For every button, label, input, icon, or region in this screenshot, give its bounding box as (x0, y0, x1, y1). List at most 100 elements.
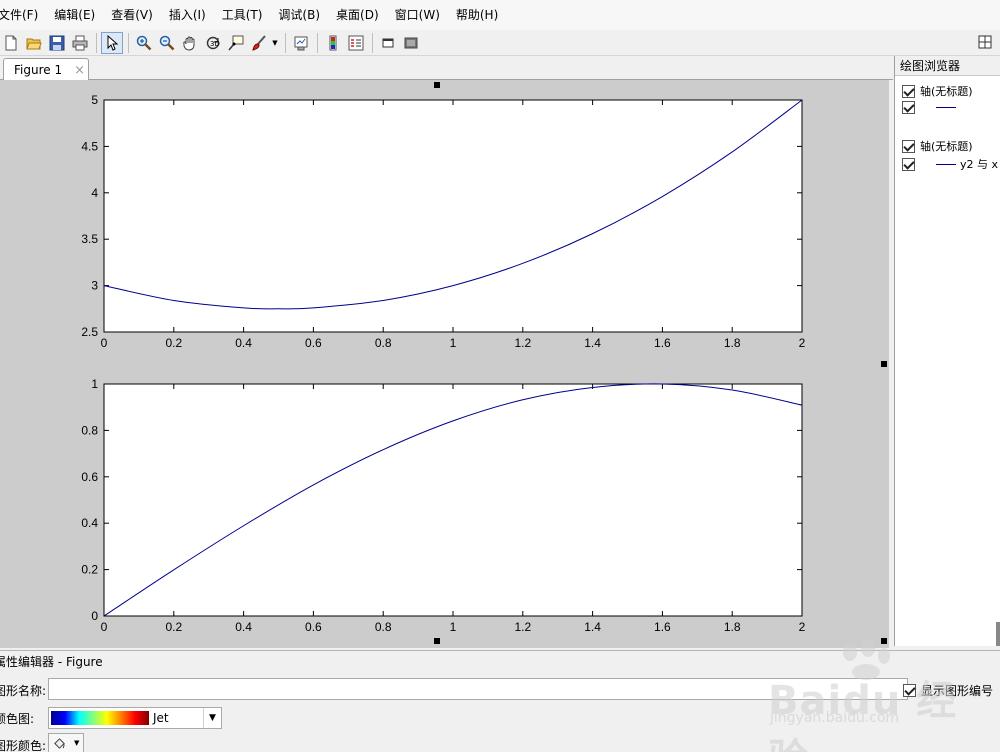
x-tick-label: 1 (450, 336, 457, 350)
menu-item-6[interactable]: 桌面(D) (328, 0, 387, 30)
browser-item-axes-1[interactable]: 轴(无标题) (902, 83, 973, 99)
open-file-icon[interactable] (23, 32, 45, 54)
browser-item-label: 轴(无标题) (920, 140, 973, 153)
link-plot-icon[interactable] (290, 32, 312, 54)
x-tick-label: 0.8 (375, 620, 392, 634)
figure-color-button[interactable]: ▼ (48, 733, 84, 752)
insert-legend-icon[interactable] (345, 32, 367, 54)
x-tick-label: 1.4 (584, 336, 601, 350)
figure-name-input[interactable] (48, 678, 908, 700)
pan-hand-icon[interactable] (179, 32, 201, 54)
y-tick-label: 0.4 (81, 516, 98, 530)
checkbox[interactable] (902, 84, 915, 98)
new-figure-icon[interactable] (0, 32, 22, 54)
x-tick-label: 1.8 (724, 336, 741, 350)
scrollbar[interactable] (996, 622, 1000, 646)
save-icon[interactable] (46, 32, 68, 54)
y-tick-label: 5 (91, 93, 98, 107)
checkbox[interactable] (902, 101, 915, 114)
plots-svg: 0 0.2 0.4 0.6 0.8 1 1.2 1.4 1.6 1.8 22.533.544.550… (81, 93, 805, 634)
y-tick-label: 2.5 (81, 325, 98, 339)
menu-item-4[interactable]: 工具(T) (214, 0, 271, 30)
print-icon[interactable] (69, 32, 91, 54)
menu-bar: 文件(F) 编辑(E) 查看(V) 插入(I) 工具(T) 调试(B) 桌面(D) 窗口(W)… (0, 0, 1000, 30)
tab-figure-1[interactable]: Figure 1 × (3, 58, 89, 81)
line-sample-icon (936, 107, 956, 108)
y-tick-label: 0.6 (81, 470, 98, 484)
menu-item-7[interactable]: 窗口(W) (387, 0, 448, 30)
x-tick-label: 2 (799, 620, 806, 634)
checkbox[interactable] (902, 139, 915, 153)
axes-1[interactable]: 0 0.2 0.4 0.6 0.8 1 1.2 1.4 1.6 1.8 2 2.5 3 3.5 4 4.5 5 (81, 93, 805, 350)
browser-item-axes-2[interactable]: 轴(无标题) (902, 138, 973, 154)
menu-item-8[interactable]: 帮助(H) (448, 0, 506, 30)
paint-bucket-icon (54, 737, 65, 749)
plot-browser-title: 绘图浏览器 (895, 56, 1000, 76)
data-cursor-icon[interactable] (225, 32, 247, 54)
zoom-out-icon[interactable] (156, 32, 178, 54)
figure-name-label: 图形名称: (0, 684, 47, 698)
y-tick-label: 0 (91, 609, 98, 623)
menu-item-1[interactable]: 编辑(E) (46, 0, 103, 30)
edit-plot-arrow-icon[interactable] (101, 31, 123, 54)
property-editor-title: 属性编辑器 - Figure (0, 655, 103, 669)
toolbar-separator (285, 32, 286, 53)
x-tick-label: 2 (799, 336, 806, 350)
insert-colorbar-icon[interactable] (322, 32, 344, 54)
checkbox[interactable] (903, 684, 916, 697)
property-editor: 属性编辑器 - Figure 图形名称: 颜色图: Jet ▼ 图形颜色: ▼ … (0, 650, 1000, 752)
dropdown-arrow-icon: ▼ (74, 739, 80, 747)
toolbar-separator (372, 32, 373, 53)
toolbar-separator (128, 32, 129, 53)
show-figure-number[interactable]: 显示图形编号 (903, 682, 993, 699)
browser-item-line-1[interactable] (902, 101, 960, 114)
menu-item-3[interactable]: 插入(I) (161, 0, 214, 30)
x-tick-label: 1.4 (584, 620, 601, 634)
zoom-in-icon[interactable] (133, 32, 155, 54)
x-tick-label: 1.6 (654, 620, 671, 634)
toolbar-separator (317, 32, 318, 53)
x-tick-label: 1.6 (654, 336, 671, 350)
x-tick-label: 0.2 (165, 620, 182, 634)
toolbar: 3D ▼ (0, 30, 1000, 56)
tab-label: Figure 1 (14, 63, 63, 77)
x-tick-label: 1.8 (724, 620, 741, 634)
show-figure-number-label: 显示图形编号 (921, 684, 994, 698)
brush-icon[interactable] (248, 32, 270, 54)
svg-text:3D: 3D (210, 40, 220, 48)
show-plot-tools-icon[interactable] (400, 32, 422, 54)
y-tick-label: 3 (91, 279, 98, 293)
y-tick-label: 4 (91, 186, 98, 200)
y-tick-label: 1 (91, 377, 98, 391)
x-tick-label: 0 (101, 620, 108, 634)
checkbox[interactable] (902, 157, 915, 171)
layout-grid-icon[interactable] (976, 33, 994, 51)
y-tick-label: 0.2 (81, 563, 98, 577)
y-tick-label: 3.5 (81, 232, 98, 246)
y-tick-label: 4.5 (81, 139, 98, 153)
axes-background (103, 383, 803, 617)
x-tick-label: 0.4 (235, 336, 252, 350)
brush-dropdown-icon[interactable]: ▼ (271, 32, 279, 54)
browser-item-label: 轴(无标题) (920, 85, 973, 98)
figure-tab-strip: Figure 1 × (0, 56, 893, 81)
x-tick-label: 1 (450, 620, 457, 634)
colormap-select[interactable]: Jet ▼ (48, 707, 222, 729)
menu-item-2[interactable]: 查看(V) (103, 0, 161, 30)
menu-item-5[interactable]: 调试(B) (270, 0, 328, 30)
browser-item-line-2[interactable]: y2 与 x (902, 156, 998, 172)
hide-plot-tools-icon[interactable] (377, 32, 399, 54)
colormap-value: Jet (153, 711, 169, 725)
axes-2[interactable]: 0 0.2 0.4 0.6 0.8 1 1.2 1.4 1.6 1.8 2 0 0.2 0.4 0.6 0.8… (81, 377, 805, 634)
colormap-label: 颜色图: (0, 712, 35, 726)
browser-item-label: y2 与 x (960, 158, 999, 171)
menu-item-0[interactable]: 文件(F) (0, 0, 46, 30)
chevron-down-icon[interactable]: ▼ (203, 708, 221, 728)
axes-background (103, 99, 803, 333)
x-tick-label: 0.4 (235, 620, 252, 634)
toolbar-separator (96, 32, 97, 53)
figure-canvas[interactable]: 0 0.2 0.4 0.6 0.8 1 1.2 1.4 1.6 1.8 2 2.5 3 3.5 4 4.5 5 0… (0, 80, 889, 648)
close-icon[interactable]: × (74, 63, 85, 78)
x-tick-label: 0 (101, 336, 108, 350)
rotate-3d-icon[interactable]: 3D (202, 32, 224, 54)
